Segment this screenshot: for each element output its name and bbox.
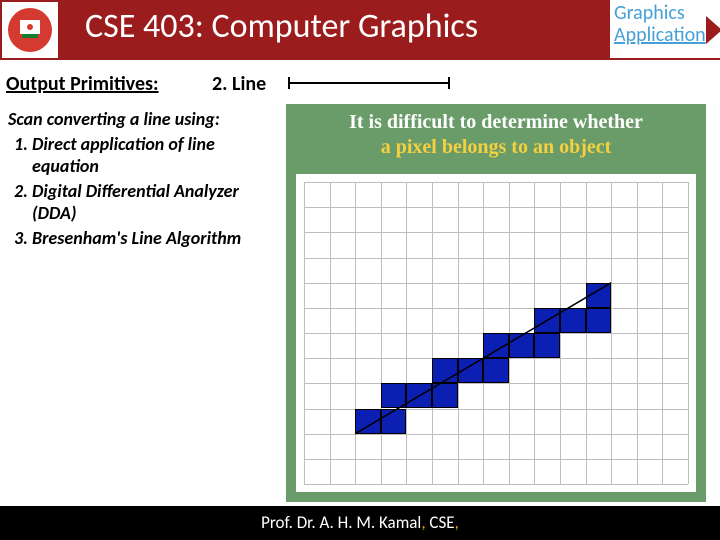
rasterized-pixel	[534, 308, 560, 333]
rasterized-pixel	[406, 383, 432, 408]
rasterized-pixel	[432, 383, 458, 408]
course-title: CSE 403: Computer Graphics	[85, 6, 478, 47]
section-subheading: 2. Line	[212, 72, 266, 96]
rasterized-pixel	[586, 283, 612, 308]
figure-caption: It is difficult to determine whether a p…	[304, 110, 688, 160]
rasterized-pixel	[381, 383, 407, 408]
rasterized-pixel	[586, 308, 612, 333]
caption-line1: It is difficult to determine whether	[349, 111, 643, 133]
corner-label: Graphics Application	[610, 0, 720, 58]
list-item: Bresenham's Line Algorithm	[32, 227, 278, 250]
rasterized-pixel	[432, 358, 458, 383]
footer-author: Prof. Dr. A. H. M. Kamal	[261, 512, 421, 533]
rasterized-pixel	[560, 308, 586, 333]
arrow-icon	[706, 16, 720, 44]
footer-text: Prof. Dr. A. H. M. Kamal, CSE,	[0, 512, 720, 533]
rasterized-pixel	[509, 333, 535, 358]
corner-line2: Application	[614, 24, 716, 46]
rasterized-pixel	[381, 409, 407, 434]
footer-dept: CSE	[429, 512, 454, 533]
footer-bar: Prof. Dr. A. H. M. Kamal, CSE,	[0, 506, 720, 540]
university-logo	[2, 2, 58, 58]
list-item: Direct application of line equation	[32, 133, 278, 178]
logo-icon	[6, 6, 54, 54]
rasterized-pixel	[458, 358, 484, 383]
corner-line1: Graphics	[614, 2, 716, 24]
rasterized-pixel	[534, 333, 560, 358]
rasterized-pixel	[483, 358, 509, 383]
header-bar: CSE 403: Computer Graphics Graphics Appl…	[0, 0, 720, 60]
grid-area	[296, 174, 696, 492]
rasterized-pixel	[355, 409, 381, 434]
figure-panel: It is difficult to determine whether a p…	[286, 104, 706, 502]
section-heading: Output Primitives:	[6, 72, 159, 96]
body-intro: Scan converting a line using:	[8, 108, 278, 131]
rasterized-pixel	[483, 333, 509, 358]
caption-line2: a pixel belongs to an object	[381, 136, 612, 158]
list-item: Digital Differential Analyzer (DDA)	[32, 180, 278, 225]
method-list: Direct application of line equation Digi…	[8, 133, 278, 250]
body-text: Scan converting a line using: Direct app…	[8, 108, 278, 251]
line-segment-icon	[284, 72, 454, 94]
